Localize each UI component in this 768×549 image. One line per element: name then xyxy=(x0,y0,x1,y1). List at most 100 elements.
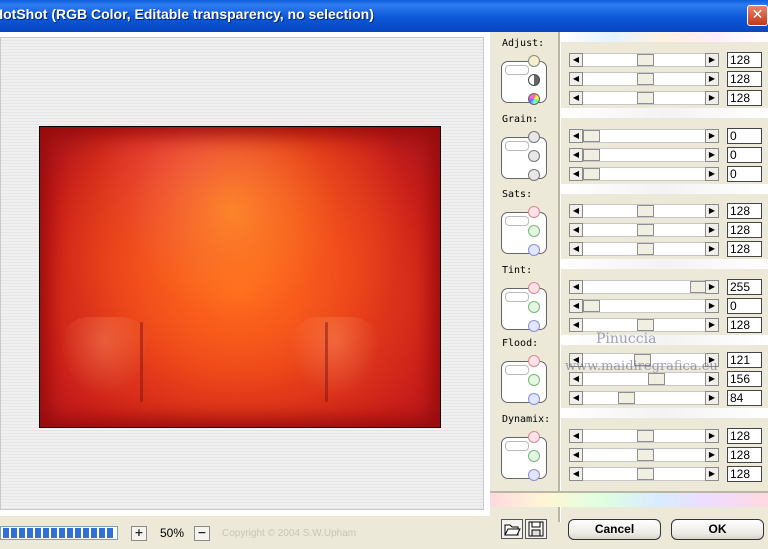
green-dial-icon[interactable] xyxy=(528,374,540,386)
red-dial-icon[interactable] xyxy=(528,431,540,443)
grain-medium-icon[interactable] xyxy=(528,150,540,162)
slider-thumb[interactable] xyxy=(636,224,654,236)
save-disk-icon[interactable] xyxy=(525,519,547,539)
section-control-box[interactable] xyxy=(501,212,547,254)
slider-value-field[interactable]: 128 xyxy=(727,447,762,463)
slider-right-arrow-icon[interactable]: ▶ xyxy=(705,299,719,313)
blue-dial-icon[interactable] xyxy=(528,320,540,332)
slider-track[interactable] xyxy=(583,242,709,256)
slider-track[interactable] xyxy=(583,391,709,405)
slider-value-field[interactable]: 0 xyxy=(727,128,762,144)
slider-track[interactable] xyxy=(583,129,709,143)
section-control-box[interactable] xyxy=(501,61,547,103)
green-dial-icon[interactable] xyxy=(528,225,540,237)
slider-thumb[interactable] xyxy=(583,130,600,142)
slider-left-arrow-icon[interactable]: ◀ xyxy=(569,129,583,143)
red-dial-icon[interactable] xyxy=(528,282,540,294)
slider-value-field[interactable]: 0 xyxy=(727,298,762,314)
color-wheel-icon[interactable] xyxy=(528,93,540,105)
slider-left-arrow-icon[interactable]: ◀ xyxy=(569,167,583,181)
slider-right-arrow-icon[interactable]: ▶ xyxy=(705,280,719,294)
slider-value-field[interactable]: 128 xyxy=(727,466,762,482)
slider-thumb[interactable] xyxy=(636,54,654,66)
slider-right-arrow-icon[interactable]: ▶ xyxy=(705,448,719,462)
slider-thumb[interactable] xyxy=(583,300,600,312)
slider-left-arrow-icon[interactable]: ◀ xyxy=(569,429,583,443)
slider-right-arrow-icon[interactable]: ▶ xyxy=(705,223,719,237)
section-control-box[interactable] xyxy=(501,361,547,403)
slider-track[interactable] xyxy=(583,204,709,218)
slider-track[interactable] xyxy=(583,72,709,86)
slider-track[interactable] xyxy=(583,223,709,237)
slider-right-arrow-icon[interactable]: ▶ xyxy=(705,467,719,481)
slider-left-arrow-icon[interactable]: ◀ xyxy=(569,280,583,294)
section-control-box[interactable] xyxy=(501,437,547,479)
slider-value-field[interactable]: 128 xyxy=(727,71,762,87)
sun-icon[interactable] xyxy=(528,55,540,67)
green-dial-icon[interactable] xyxy=(528,301,540,313)
zoom-in-button[interactable]: + xyxy=(131,526,147,541)
slider-left-arrow-icon[interactable]: ◀ xyxy=(569,223,583,237)
slider-left-arrow-icon[interactable]: ◀ xyxy=(569,299,583,313)
slider-thumb[interactable] xyxy=(636,319,654,331)
slider-value-field[interactable]: 156 xyxy=(727,371,762,387)
slider-track[interactable] xyxy=(583,448,709,462)
preview-image[interactable] xyxy=(39,126,441,428)
slider-value-field[interactable]: 128 xyxy=(727,90,762,106)
slider-track[interactable] xyxy=(583,53,709,67)
slider-thumb[interactable] xyxy=(636,430,654,442)
contrast-icon[interactable] xyxy=(528,74,540,86)
slider-thumb[interactable] xyxy=(636,243,654,255)
slider-right-arrow-icon[interactable]: ▶ xyxy=(705,318,719,332)
slider-value-field[interactable]: 128 xyxy=(727,241,762,257)
slider-right-arrow-icon[interactable]: ▶ xyxy=(705,204,719,218)
slider-value-field[interactable]: 128 xyxy=(727,203,762,219)
slider-left-arrow-icon[interactable]: ◀ xyxy=(569,391,583,405)
folder-open-icon[interactable] xyxy=(501,519,523,539)
slider-track[interactable] xyxy=(583,429,709,443)
slider-thumb[interactable] xyxy=(618,392,636,404)
slider-right-arrow-icon[interactable]: ▶ xyxy=(705,53,719,67)
slider-right-arrow-icon[interactable]: ▶ xyxy=(705,72,719,86)
slider-thumb[interactable] xyxy=(636,468,654,480)
slider-track[interactable] xyxy=(583,372,709,386)
slider-track[interactable] xyxy=(583,280,709,294)
slider-right-arrow-icon[interactable]: ▶ xyxy=(705,429,719,443)
slider-left-arrow-icon[interactable]: ◀ xyxy=(569,242,583,256)
slider-left-arrow-icon[interactable]: ◀ xyxy=(569,91,583,105)
green-dial-icon[interactable] xyxy=(528,450,540,462)
slider-value-field[interactable]: 128 xyxy=(727,317,762,333)
slider-value-field[interactable]: 0 xyxy=(727,147,762,163)
slider-track[interactable] xyxy=(583,91,709,105)
slider-right-arrow-icon[interactable]: ▶ xyxy=(705,242,719,256)
slider-left-arrow-icon[interactable]: ◀ xyxy=(569,53,583,67)
slider-right-arrow-icon[interactable]: ▶ xyxy=(705,372,719,386)
slider-track[interactable] xyxy=(583,467,709,481)
slider-thumb[interactable] xyxy=(636,449,654,461)
slider-thumb[interactable] xyxy=(636,205,654,217)
slider-track[interactable] xyxy=(583,148,709,162)
slider-left-arrow-icon[interactable]: ◀ xyxy=(569,72,583,86)
ok-button[interactable]: OK xyxy=(671,519,764,540)
slider-right-arrow-icon[interactable]: ▶ xyxy=(705,91,719,105)
slider-track[interactable] xyxy=(583,318,709,332)
grain-coarse-icon[interactable] xyxy=(528,131,540,143)
slider-right-arrow-icon[interactable]: ▶ xyxy=(705,148,719,162)
slider-right-arrow-icon[interactable]: ▶ xyxy=(705,129,719,143)
blue-dial-icon[interactable] xyxy=(528,244,540,256)
close-button[interactable]: ✕ xyxy=(747,5,768,26)
red-dial-icon[interactable] xyxy=(528,355,540,367)
cancel-button[interactable]: Cancel xyxy=(568,519,661,540)
slider-left-arrow-icon[interactable]: ◀ xyxy=(569,318,583,332)
slider-value-field[interactable]: 128 xyxy=(727,52,762,68)
slider-thumb[interactable] xyxy=(636,73,654,85)
slider-value-field[interactable]: 128 xyxy=(727,428,762,444)
slider-value-field[interactable]: 0 xyxy=(727,166,762,182)
section-control-box[interactable] xyxy=(501,137,547,179)
blue-dial-icon[interactable] xyxy=(528,393,540,405)
slider-value-field[interactable]: 255 xyxy=(727,279,762,295)
slider-thumb[interactable] xyxy=(648,373,666,385)
slider-left-arrow-icon[interactable]: ◀ xyxy=(569,448,583,462)
blue-dial-icon[interactable] xyxy=(528,469,540,481)
slider-value-field[interactable]: 128 xyxy=(727,222,762,238)
